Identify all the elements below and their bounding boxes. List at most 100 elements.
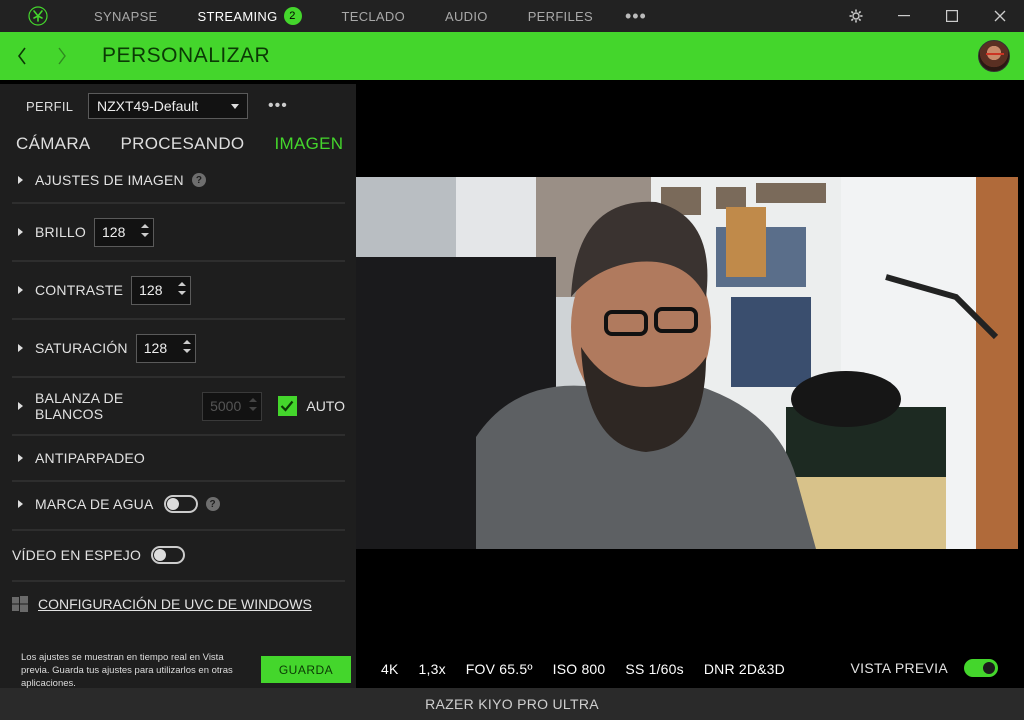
contrast-value: 128 — [139, 282, 163, 298]
top-nav: SYNAPSE STREAMING 2 TECLADO AUDIO PERFILE… — [94, 0, 647, 32]
saturation-stepper[interactable]: 128 — [135, 333, 196, 363]
profile-dropdown-value: NZXT49-Default — [97, 98, 199, 114]
divider — [12, 529, 345, 531]
expand-arrow-icon[interactable] — [18, 228, 23, 236]
forward-arrow-icon[interactable] — [42, 32, 82, 80]
decrement-icon[interactable] — [178, 290, 187, 295]
white-balance-label: BALANZA DE BLANCOS — [35, 390, 124, 422]
nav-audio[interactable]: AUDIO — [445, 0, 488, 32]
antiflicker-row[interactable]: ANTIPARPADEO — [12, 450, 345, 466]
avatar[interactable] — [978, 40, 1010, 72]
brightness-stepper[interactable]: 128 — [94, 217, 154, 247]
preview-toggle[interactable] — [964, 659, 998, 677]
close-icon[interactable] — [976, 0, 1024, 32]
stat-shutter: SS 1/60s — [625, 661, 684, 677]
footer-note: Los ajustes se muestran en tiempo real e… — [21, 652, 233, 689]
contrast-stepper[interactable]: 128 — [131, 275, 192, 305]
stat-zoom: 1,3x — [418, 661, 446, 677]
profile-dropdown[interactable]: NZXT49-Default — [88, 93, 248, 119]
decrement-icon[interactable] — [182, 348, 191, 353]
toggle-knob — [154, 549, 167, 561]
page-header: PERSONALIZAR — [0, 32, 1024, 80]
toggle-knob — [983, 662, 995, 674]
white-balance-row: BALANZA DE BLANCOS 5000 AUTO — [12, 390, 345, 422]
decrement-icon[interactable] — [141, 232, 149, 237]
settings-panel: PERFIL NZXT49-Default ••• CÁMARA PROCESA… — [0, 84, 356, 644]
more-menu-button[interactable]: ••• — [625, 6, 647, 27]
camera-preview-image — [356, 177, 1018, 549]
expand-arrow-icon[interactable] — [18, 402, 23, 410]
maximize-icon[interactable] — [928, 0, 976, 32]
expand-arrow-icon[interactable] — [18, 344, 23, 352]
tab-imagen[interactable]: IMAGEN — [274, 134, 343, 154]
mirror-row: VÍDEO EN ESPEJO — [12, 545, 345, 565]
nav-streaming-label: STREAMING — [197, 8, 278, 24]
divider — [12, 202, 345, 204]
gear-icon[interactable] — [832, 0, 880, 32]
watermark-toggle[interactable] — [163, 495, 198, 513]
camera-stats: 4K 1,3x FOV 65.5º ISO 800 SS 1/60s DNR 2… — [381, 661, 805, 677]
mirror-label: VÍDEO EN ESPEJO — [12, 547, 142, 563]
help-icon[interactable]: ? — [205, 497, 220, 511]
increment-icon[interactable] — [182, 339, 191, 344]
image-adjust-row[interactable]: AJUSTES DE IMAGEN ? — [12, 172, 345, 188]
brightness-label: BRILLO — [35, 224, 86, 240]
auto-label: AUTO — [306, 398, 345, 414]
profile-row: PERFIL NZXT49-Default ••• — [26, 93, 288, 119]
contrast-row: CONTRASTE 128 — [12, 275, 345, 305]
windows-icon — [12, 596, 28, 612]
mirror-toggle[interactable] — [151, 546, 186, 564]
expand-arrow-icon[interactable] — [18, 286, 23, 294]
image-adjust-label: AJUSTES DE IMAGEN — [35, 172, 184, 188]
uvc-row: CONFIGURACIÓN DE UVC DE WINDOWS — [12, 594, 345, 614]
notification-badge: 2 — [283, 7, 302, 25]
page-title: PERSONALIZAR — [102, 44, 271, 67]
checkmark-icon — [281, 400, 294, 412]
preview-toggle-group: VISTA PREVIA — [850, 659, 998, 677]
stat-resolution: 4K — [381, 661, 399, 677]
minimize-icon[interactable] — [880, 0, 928, 32]
white-balance-value: 5000 — [210, 398, 242, 414]
white-balance-stepper: 5000 — [202, 391, 262, 421]
uvc-settings-link[interactable]: CONFIGURACIÓN DE UVC DE WINDOWS — [38, 596, 312, 612]
tab-camara[interactable]: CÁMARA — [16, 134, 91, 154]
save-button[interactable]: GUARDA — [261, 656, 351, 683]
expand-arrow-icon — [18, 176, 23, 184]
nav-streaming[interactable]: STREAMING 2 — [198, 0, 302, 32]
nav-perfiles-label: PERFILES — [527, 8, 593, 24]
profile-more-button[interactable]: ••• — [268, 97, 288, 115]
toggle-knob — [166, 498, 179, 510]
divider — [12, 260, 345, 262]
brightness-value: 128 — [102, 224, 126, 240]
watermark-row: MARCA DE AGUA ? — [12, 494, 345, 514]
footer-left: Los ajustes se muestran en tiempo real e… — [0, 644, 356, 689]
expand-arrow-icon[interactable] — [18, 500, 23, 508]
stat-fov: FOV 65.5º — [465, 661, 533, 677]
brightness-row: BRILLO 128 — [12, 217, 345, 247]
nav-audio-label: AUDIO — [445, 8, 488, 24]
auto-checkbox[interactable] — [277, 396, 298, 416]
settings-tabs: CÁMARA PROCESANDO IMAGEN — [16, 134, 373, 154]
tab-procesando[interactable]: PROCESANDO — [121, 134, 245, 154]
razer-logo-icon[interactable] — [22, 0, 54, 32]
nav-teclado[interactable]: TECLADO — [342, 0, 406, 32]
stat-dnr: DNR 2D&3D — [703, 661, 785, 677]
chevron-down-icon — [231, 104, 239, 109]
saturation-label: SATURACIÓN — [35, 340, 128, 356]
nav-teclado-label: TECLADO — [341, 8, 406, 24]
back-arrow-icon[interactable] — [2, 32, 42, 80]
divider — [12, 318, 345, 320]
antiflicker-label: ANTIPARPADEO — [35, 450, 146, 466]
nav-perfiles[interactable]: PERFILES — [528, 0, 593, 32]
help-icon[interactable]: ? — [191, 173, 206, 187]
window-controls — [832, 0, 1024, 32]
preview-label: VISTA PREVIA — [850, 660, 948, 676]
increment-icon[interactable] — [178, 281, 187, 286]
divider — [12, 434, 345, 436]
divider — [12, 376, 345, 378]
title-bar: SYNAPSE STREAMING 2 TECLADO AUDIO PERFILE… — [0, 0, 1024, 32]
nav-synapse-label: SYNAPSE — [94, 8, 158, 24]
nav-synapse[interactable]: SYNAPSE — [94, 0, 158, 32]
device-name[interactable]: RAZER KIYO PRO ULTRA — [425, 696, 599, 712]
increment-icon[interactable] — [141, 223, 149, 228]
